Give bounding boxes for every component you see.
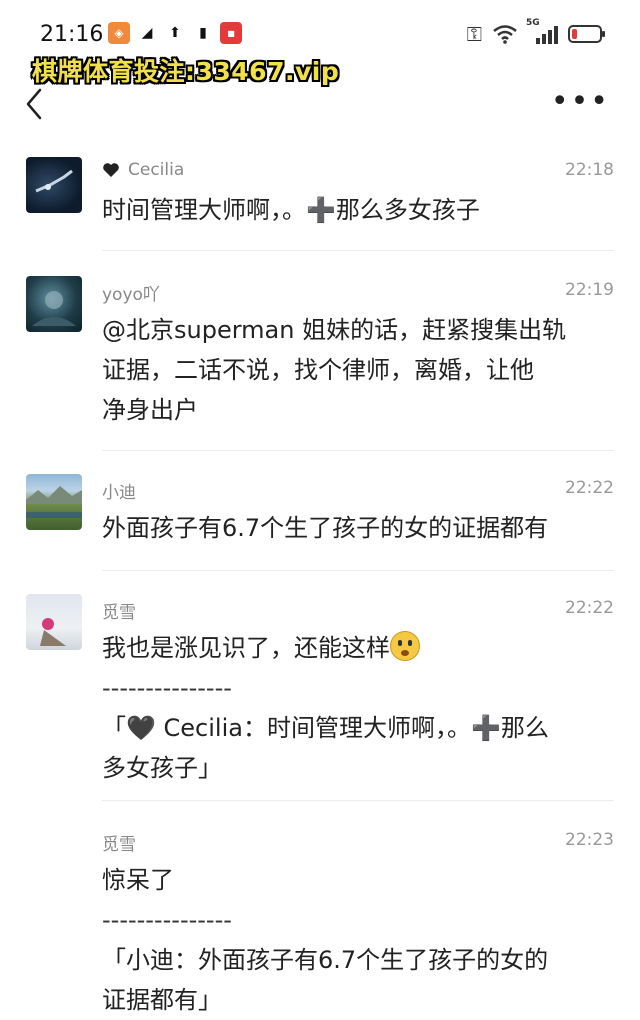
comment-line: @北京superman 姐妹的话，赶紧搜集出轨 (102, 316, 567, 344)
more-options-button[interactable]: ••• (551, 87, 610, 117)
black-heart-icon (103, 163, 119, 177)
divider (102, 250, 614, 251)
upload-icon: ⬆ (169, 25, 181, 41)
comment-text: 时间管理大师啊，。➕那么多女孩子 (102, 190, 614, 230)
comment-time: 22:22 (565, 478, 614, 498)
avatar[interactable] (26, 276, 82, 332)
comment-line-text: 我也是涨见识了，还能这样 (102, 634, 390, 662)
comment-line: 净身出户 (102, 396, 198, 424)
comment-author[interactable]: 小迪 (102, 478, 136, 503)
comment-text: 惊呆了 --------------- 「小迪：外面孩子有6.7个生了孩子的女的… (102, 860, 614, 1020)
comment-line: 惊呆了 (102, 866, 174, 894)
app-notification-icon: ◈ (108, 22, 130, 44)
telegram-icon: ◢ (141, 25, 153, 41)
comment-line: 时间管理大师啊，。➕那么多女孩子 (102, 196, 480, 224)
comment-time: 22:22 (565, 598, 614, 618)
comment-time: 22:18 (565, 160, 614, 180)
quoted-text: 「🖤 Cecilia：时间管理大师啊，。➕那么 (102, 714, 549, 742)
author-name: 觅雪 (102, 603, 136, 623)
divider (102, 800, 614, 801)
back-button[interactable] (20, 84, 50, 124)
divider (102, 450, 614, 451)
author-name: Cecilia (128, 160, 185, 180)
author-name: 觅雪 (102, 835, 136, 855)
divider (102, 570, 614, 571)
quote-separator: --------------- (102, 906, 232, 934)
key-icon: ⚿ (466, 22, 482, 46)
quoted-text: 证据都有」 (102, 986, 222, 1014)
comment-author[interactable]: 觅雪 (102, 598, 136, 623)
flushed-face-emoji-icon (390, 631, 420, 661)
avatar[interactable] (26, 594, 82, 650)
comment-time: 22:19 (565, 280, 614, 300)
comment-text: @北京superman 姐妹的话，赶紧搜集出轨 证据，二话不说，找个律师，离婚，… (102, 310, 614, 430)
avatar[interactable] (26, 157, 82, 213)
comment-author[interactable]: yoyo吖 (102, 280, 160, 305)
network-type-label: 5G (526, 18, 540, 28)
comment-time: 22:23 (565, 830, 614, 850)
comment-author[interactable]: 觅雪 (102, 830, 136, 855)
comment-text: 外面孩子有6.7个生了孩子的女的证据都有 (102, 508, 614, 548)
news-app-icon: ■ (220, 22, 242, 44)
cellular-signal-icon: 5G (526, 18, 558, 44)
watermark-text: 棋牌体育投注:33467.vip (32, 57, 340, 86)
comment-author[interactable]: Cecilia (102, 160, 184, 180)
status-time: 21:16 (40, 22, 104, 47)
notification-icons: ◈ ◢ ⬆ ▮ ■ (108, 22, 242, 44)
comment-line: 我也是涨见识了，还能这样 (102, 628, 614, 668)
author-name: 小迪 (102, 483, 136, 503)
comment-line: 证据，二话不说，找个律师，离婚，让他 (102, 356, 534, 384)
comment-line: 外面孩子有6.7个生了孩子的女的证据都有 (102, 514, 549, 542)
avatar[interactable] (26, 474, 82, 530)
quoted-text: 多女孩子」 (102, 754, 222, 782)
battery-icon (568, 25, 605, 43)
quote-separator: --------------- (102, 674, 232, 702)
quoted-text: 「小迪：外面孩子有6.7个生了孩子的女的 (102, 946, 549, 974)
author-name: yoyo吖 (102, 285, 160, 305)
wifi-icon (493, 25, 517, 44)
system-icons: ⚿ 5G (466, 18, 605, 46)
comment-text: 我也是涨见识了，还能这样 --------------- 「🖤 Cecilia：… (102, 628, 614, 788)
battery-saver-icon: ▮ (199, 25, 207, 41)
